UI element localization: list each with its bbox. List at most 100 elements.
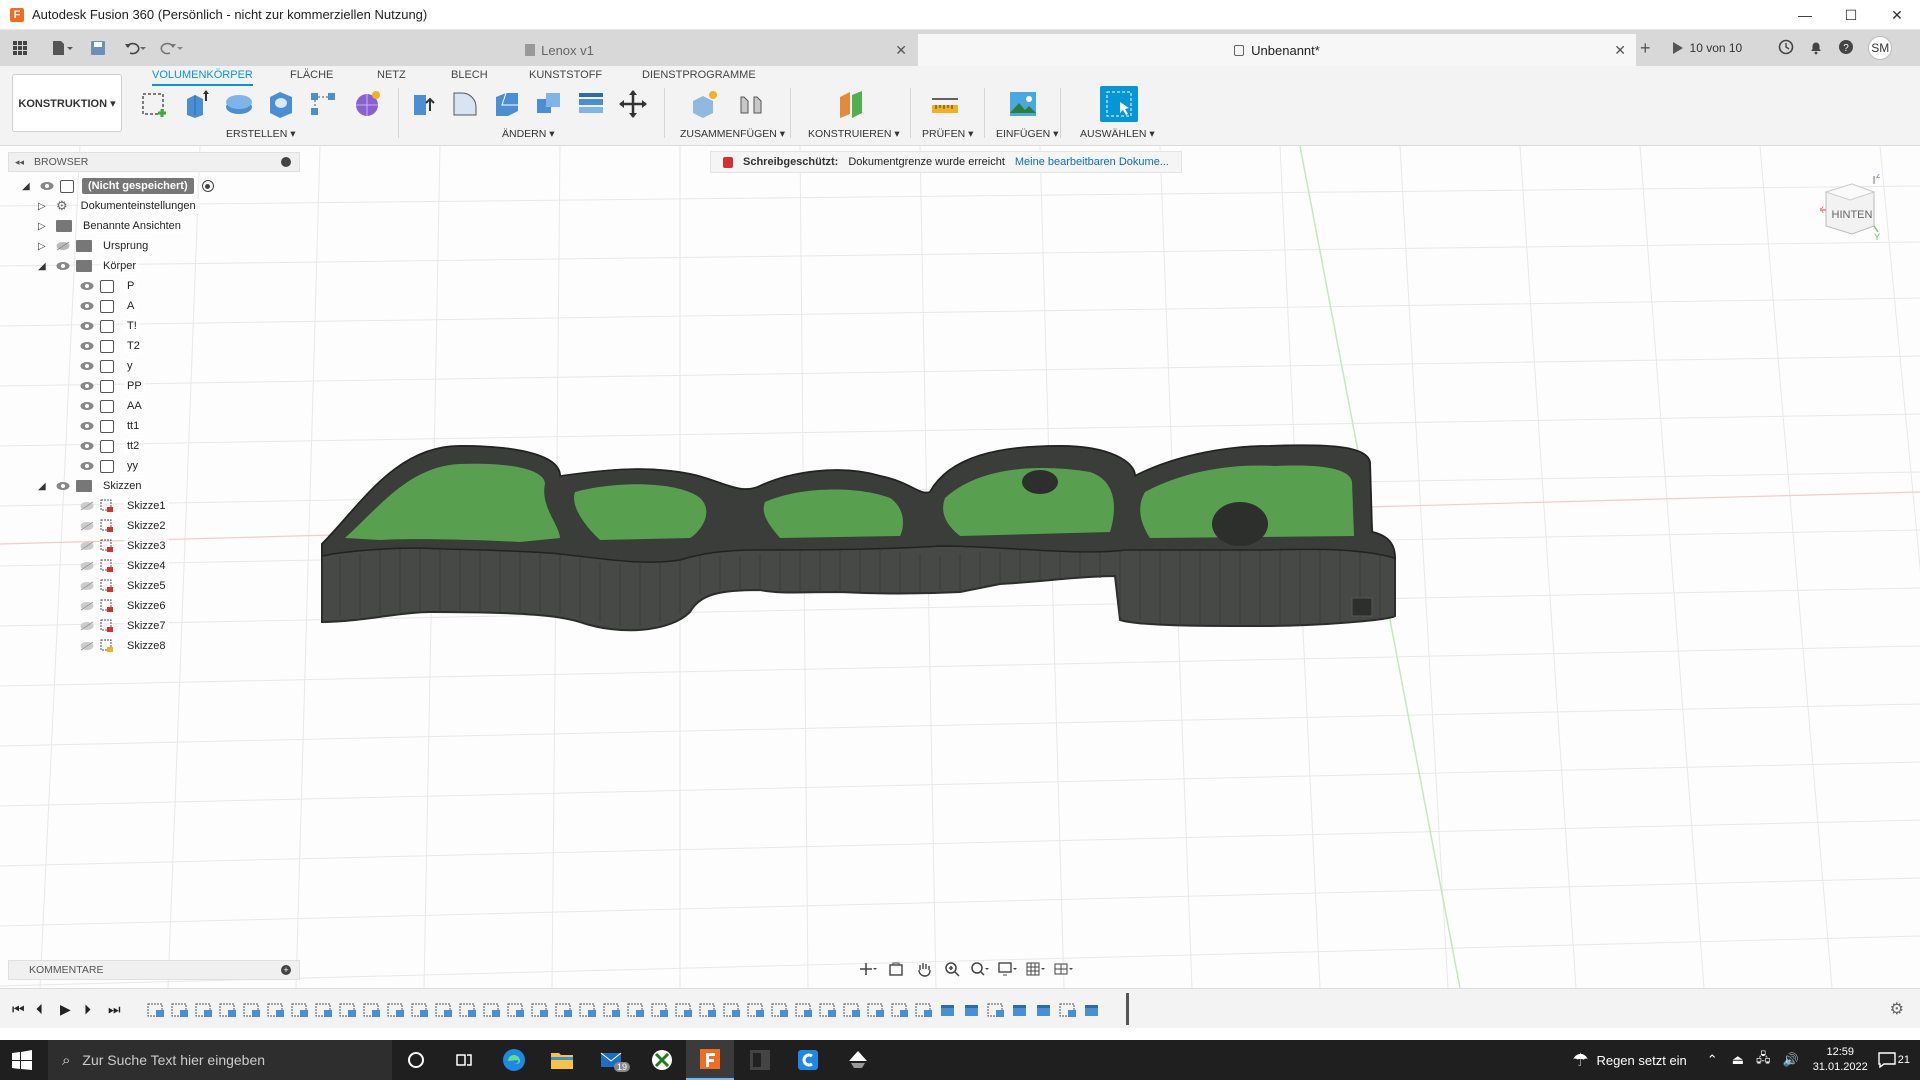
tree-doc-settings[interactable]: ▷ ⚙ Dokumenteinstellungen (38, 196, 199, 216)
timeline-sketch-feature-icon[interactable] (194, 1002, 214, 1018)
tab-volumenkoerper[interactable]: VOLUMENKÖRPER (152, 69, 253, 86)
hidden-eye-icon[interactable] (80, 521, 94, 531)
browser-panel-header[interactable]: ◂◂ BROWSER (8, 152, 300, 172)
browser-pin-icon[interactable] (281, 157, 291, 167)
tab-kunststoff[interactable]: KUNSTSTOFF (529, 69, 602, 81)
tree-body-item[interactable]: yy (80, 456, 141, 476)
group-erstellen[interactable]: ERSTELLEN ▾ (226, 128, 295, 140)
timeline-extrude-feature-icon[interactable] (938, 1002, 958, 1018)
tree-body-item[interactable]: P (80, 276, 138, 296)
fillet-tool[interactable] (448, 86, 482, 122)
insert-image-tool[interactable] (1006, 86, 1040, 122)
timeline-sketch-feature-icon[interactable] (626, 1002, 646, 1018)
timeline-sketch-feature-icon[interactable] (794, 1002, 814, 1018)
timeline-sketch-feature-icon[interactable] (530, 1002, 550, 1018)
timeline-sketch-feature-icon[interactable] (698, 1002, 718, 1018)
3d-viewport[interactable]: ◂◂ BROWSER ◢ (Nicht gespeichert) ▷ ⚙ Dok… (0, 146, 1920, 988)
timeline-sketch-feature-icon[interactable] (986, 1002, 1006, 1018)
timeline-sketch-feature-icon[interactable] (866, 1002, 886, 1018)
timeline-sketch-feature-icon[interactable] (554, 1002, 574, 1018)
user-avatar[interactable]: SM (1868, 36, 1893, 60)
tree-sketch-item[interactable]: Skizze8 (80, 636, 169, 656)
tab-blech[interactable]: BLECH (451, 69, 488, 81)
select-tool[interactable] (1100, 86, 1138, 122)
move-copy-tool[interactable] (616, 86, 650, 122)
visibility-eye-icon[interactable] (80, 281, 94, 291)
timeline-sketch-feature-icon[interactable] (674, 1002, 694, 1018)
timeline-play-icon[interactable]: ▶ (60, 1001, 71, 1018)
tree-bodies-folder[interactable]: ◢ Körper (38, 256, 140, 276)
timeline-sketch-feature-icon[interactable] (266, 1002, 286, 1018)
timeline-sketch-feature-icon[interactable] (722, 1002, 742, 1018)
timeline-sketch-feature-icon[interactable] (314, 1002, 334, 1018)
usb-icon[interactable]: ⏏ (1732, 1052, 1744, 1068)
hidden-eye-icon[interactable] (56, 241, 70, 251)
tree-sketch-item[interactable]: Skizze6 (80, 596, 169, 616)
timeline-sketch-feature-icon[interactable] (482, 1002, 502, 1018)
timeline-sketch-feature-icon[interactable] (1058, 1002, 1078, 1018)
hidden-eye-icon[interactable] (80, 581, 94, 591)
view-cube[interactable]: HINTEN Z X Y (1818, 170, 1882, 242)
orbit-icon[interactable] (858, 961, 878, 977)
combine-tool[interactable] (532, 86, 566, 122)
add-comment-icon[interactable]: + (281, 965, 291, 975)
timeline-last-icon[interactable]: ⏭ (108, 1001, 121, 1018)
timeline-sketch-feature-icon[interactable] (818, 1002, 838, 1018)
history-clock-icon[interactable] (1778, 39, 1794, 58)
timeline-sketch-feature-icon[interactable] (338, 1002, 358, 1018)
visibility-eye-icon[interactable] (80, 421, 94, 431)
timeline-sketch-feature-icon[interactable] (146, 1002, 166, 1018)
timeline-sketch-feature-icon[interactable] (458, 1002, 478, 1018)
timeline-extrude-feature-icon[interactable] (1010, 1002, 1030, 1018)
weather-text[interactable]: Regen setzt ein (1596, 1053, 1686, 1068)
viewcube-face-label[interactable]: HINTEN (1832, 209, 1873, 221)
timeline-next-icon[interactable]: ⏵ (84, 1001, 91, 1018)
hole-tool[interactable] (264, 86, 298, 122)
timeline-first-icon[interactable]: ⏮ (12, 1001, 25, 1018)
visibility-eye-icon[interactable] (56, 481, 70, 491)
chamfer-tool[interactable] (490, 86, 524, 122)
expand-triangle-icon[interactable]: ▷ (38, 241, 50, 252)
data-panel-grid-icon[interactable] (6, 34, 34, 62)
revolve-tool[interactable] (222, 86, 256, 122)
edge-browser-icon[interactable] (490, 1040, 538, 1080)
press-pull-tool[interactable] (406, 86, 440, 122)
comments-panel-header[interactable]: KOMMENTARE + (8, 960, 300, 980)
tree-sketch-item[interactable]: Skizze4 (80, 556, 169, 576)
pan-hand-icon[interactable] (914, 961, 934, 977)
pattern-tool[interactable] (306, 86, 340, 122)
tab-lenox-v1[interactable]: Lenox v1 ✕ (202, 34, 917, 66)
tree-sketches-folder[interactable]: ◢ Skizzen (38, 476, 145, 496)
taskbar-search[interactable]: ⌕ Zur Suche Text hier eingeben (48, 1040, 392, 1080)
collapse-browser-icon[interactable]: ◂◂ (15, 157, 24, 168)
tree-body-item[interactable]: T2 (80, 336, 143, 356)
timeline-settings-gear-icon[interactable]: ⚙ (1890, 999, 1904, 1019)
timeline-sketch-feature-icon[interactable] (386, 1002, 406, 1018)
help-question-icon[interactable]: ? (1838, 39, 1854, 58)
look-at-icon[interactable] (886, 961, 906, 977)
editable-documents-link[interactable]: Meine bearbeitbaren Dokume... (1015, 156, 1169, 168)
tree-sketch-item[interactable]: Skizze1 (80, 496, 169, 516)
timeline-marker[interactable] (1126, 993, 1129, 1025)
job-status[interactable]: 10 von 10 (1671, 41, 1742, 55)
timeline-sketch-feature-icon[interactable] (842, 1002, 862, 1018)
collapse-triangle-icon[interactable]: ◢ (38, 481, 50, 492)
tree-root[interactable]: ◢ (Nicht gespeichert) (22, 176, 214, 196)
hidden-eye-icon[interactable] (80, 561, 94, 571)
tree-sketch-item[interactable]: Skizze2 (80, 516, 169, 536)
tree-named-views[interactable]: ▷ Benannte Ansichten (38, 216, 184, 236)
display-settings-icon[interactable] (998, 961, 1018, 977)
tree-sketch-item[interactable]: Skizze3 (80, 536, 169, 556)
visibility-eye-icon[interactable] (56, 261, 70, 271)
tree-body-item[interactable]: AA (80, 396, 145, 416)
notifications-bell-icon[interactable] (1808, 39, 1824, 58)
zoom-icon[interactable] (942, 961, 962, 977)
timeline-sketch-feature-icon[interactable] (578, 1002, 598, 1018)
fit-zoom-icon[interactable] (970, 961, 990, 977)
tab-netz[interactable]: NETZ (377, 69, 406, 81)
group-auswaehlen[interactable]: AUSWÄHLEN ▾ (1080, 128, 1155, 140)
tray-chevron-icon[interactable]: ⌃ (1707, 1052, 1718, 1068)
network-icon[interactable]: 🖧 (1756, 1049, 1771, 1071)
visibility-eye-icon[interactable] (80, 441, 94, 451)
redo-icon[interactable] (154, 34, 190, 62)
